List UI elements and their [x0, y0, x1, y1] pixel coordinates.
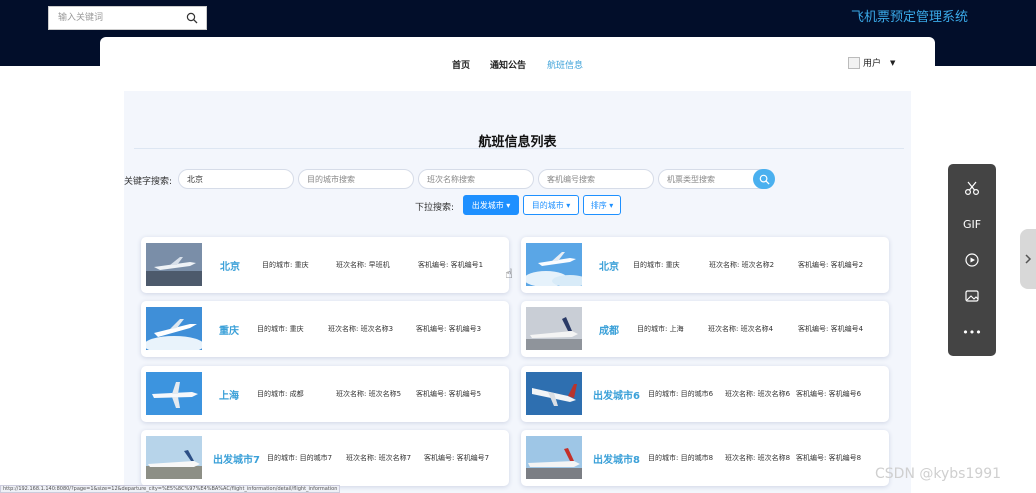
departure-city: 出发城市7 [213, 455, 260, 466]
departure-city-input[interactable] [178, 169, 294, 189]
departure-city: 出发城市8 [593, 455, 640, 466]
departure-city: 上海 [219, 391, 239, 402]
airplane-photo [146, 307, 202, 350]
user-label: 用户 [863, 59, 882, 69]
caret-down-icon: ▾ [506, 200, 511, 210]
gif-button[interactable]: GIF [948, 209, 996, 239]
destination-city-input[interactable] [298, 169, 414, 189]
keyword-search-button[interactable] [753, 169, 775, 189]
destination-city: 目的城市: 重庆 [257, 325, 304, 333]
keyword-search-label: 关键字搜索: [124, 177, 173, 187]
dropdown-search-label: 下拉搜索: [415, 203, 455, 213]
header-search [48, 6, 207, 30]
departure-city: 成都 [599, 326, 619, 337]
flight-card[interactable]: 上海 目的城市: 成都 班次名称: 班次名称5 客机编号: 客机编号5 [141, 366, 509, 422]
hand-cursor-icon: ☝ [505, 267, 513, 282]
departure-city: 北京 [599, 262, 619, 273]
departure-city: 重庆 [219, 326, 239, 337]
dropdown-label: 目的城市 [531, 200, 564, 210]
plane-number: 客机编号: 客机编号6 [796, 390, 862, 398]
nav-item-flights[interactable]: 航班信息 [547, 58, 583, 71]
shift-name: 班次名称: 班次名称4 [708, 325, 774, 333]
sort-dropdown[interactable]: 排序 ▾ [583, 195, 621, 215]
plane-number: 客机编号: 客机编号3 [416, 325, 482, 333]
title-divider [134, 148, 904, 149]
shift-name: 班次名称: 班次名称2 [709, 261, 775, 269]
nav-item-announcements[interactable]: 通知公告 [490, 58, 526, 71]
video-icon[interactable] [948, 245, 996, 275]
shift-name: 班次名称: 班次名称6 [725, 390, 791, 398]
caret-down-icon: ▼ [890, 58, 896, 67]
flight-card[interactable]: 北京 目的城市: 重庆 班次名称: 班次名称2 客机编号: 客机编号2 [521, 237, 889, 293]
airplane-photo [526, 307, 582, 350]
nav-item-home[interactable]: 首页 [452, 58, 470, 71]
nav-bar: 首页 通知公告 航班信息 用户 ▼ [100, 37, 935, 91]
avatar [848, 56, 860, 69]
airplane-photo [146, 436, 202, 479]
destination-city: 目的城市: 成都 [257, 390, 304, 398]
airplane-photo [146, 243, 202, 286]
dropdown-label: 排序 [590, 200, 607, 210]
side-panel-handle[interactable] [1020, 229, 1036, 289]
airplane-photo [526, 436, 582, 479]
flight-card[interactable]: 成都 目的城市: 上海 班次名称: 班次名称4 客机编号: 客机编号4 [521, 301, 889, 357]
plane-number: 客机编号: 客机编号2 [798, 261, 864, 269]
caret-down-icon: ▾ [609, 200, 614, 210]
flight-card[interactable]: 北京 目的城市: 重庆 班次名称: 早班机 客机编号: 客机编号1 [141, 237, 509, 293]
system-title: 飞机票预定管理系统 [851, 10, 969, 25]
flight-card[interactable]: 出发城市7 目的城市: 目的城市7 班次名称: 班次名称7 客机编号: 客机编号… [141, 430, 509, 486]
departure-city: 出发城市6 [593, 391, 640, 402]
plane-number: 客机编号: 客机编号5 [416, 390, 482, 398]
plane-number: 客机编号: 客机编号7 [424, 454, 490, 462]
dropdown-label: 出发城市 [471, 200, 504, 210]
scissors-icon[interactable] [948, 173, 996, 203]
search-icon[interactable] [186, 12, 198, 24]
caret-down-icon: ▾ [566, 200, 571, 210]
watermark: CSDN @kybs1991 [875, 466, 1002, 482]
shift-name: 班次名称: 早班机 [336, 261, 390, 269]
plane-number: 客机编号: 客机编号8 [796, 454, 862, 462]
airplane-photo [146, 372, 202, 415]
shift-name: 班次名称: 班次名称5 [336, 390, 402, 398]
user-menu[interactable]: 用户 ▼ [848, 56, 895, 69]
floating-toolbar: GIF ••• [948, 164, 996, 356]
shift-name: 班次名称: 班次名称3 [328, 325, 394, 333]
departure-city-dropdown[interactable]: 出发城市 ▾ [463, 195, 519, 215]
plane-number: 客机编号: 客机编号4 [798, 325, 864, 333]
destination-city: 目的城市: 目的城市8 [648, 454, 714, 462]
search-icon [759, 174, 770, 185]
shift-name: 班次名称: 班次名称7 [346, 454, 412, 462]
shift-name: 班次名称: 班次名称8 [725, 454, 791, 462]
shift-name-input[interactable] [418, 169, 534, 189]
header-search-input[interactable] [49, 7, 179, 29]
flight-card[interactable]: 重庆 目的城市: 重庆 班次名称: 班次名称3 客机编号: 客机编号3 [141, 301, 509, 357]
flight-card[interactable]: 出发城市6 目的城市: 目的城市6 班次名称: 班次名称6 客机编号: 客机编号… [521, 366, 889, 422]
more-icon[interactable]: ••• [948, 317, 996, 347]
image-icon[interactable] [948, 281, 996, 311]
status-bar-url: http://192.168.1.140:8080/?page=1&size=1… [0, 485, 340, 493]
flight-card[interactable]: 出发城市8 目的城市: 目的城市8 班次名称: 班次名称8 客机编号: 客机编号… [521, 430, 889, 486]
destination-city: 目的城市: 重庆 [633, 261, 680, 269]
chevron-right-icon [1025, 254, 1032, 264]
destination-city: 目的城市: 重庆 [262, 261, 309, 269]
departure-city: 北京 [220, 262, 240, 273]
plane-number: 客机编号: 客机编号1 [418, 261, 484, 269]
destination-city: 目的城市: 上海 [637, 325, 684, 333]
airplane-photo [526, 243, 582, 286]
airplane-photo [526, 372, 582, 415]
plane-number-input[interactable] [538, 169, 654, 189]
destination-city: 目的城市: 目的城市7 [267, 454, 333, 462]
destination-city-dropdown[interactable]: 目的城市 ▾ [523, 195, 579, 215]
destination-city: 目的城市: 目的城市6 [648, 390, 714, 398]
